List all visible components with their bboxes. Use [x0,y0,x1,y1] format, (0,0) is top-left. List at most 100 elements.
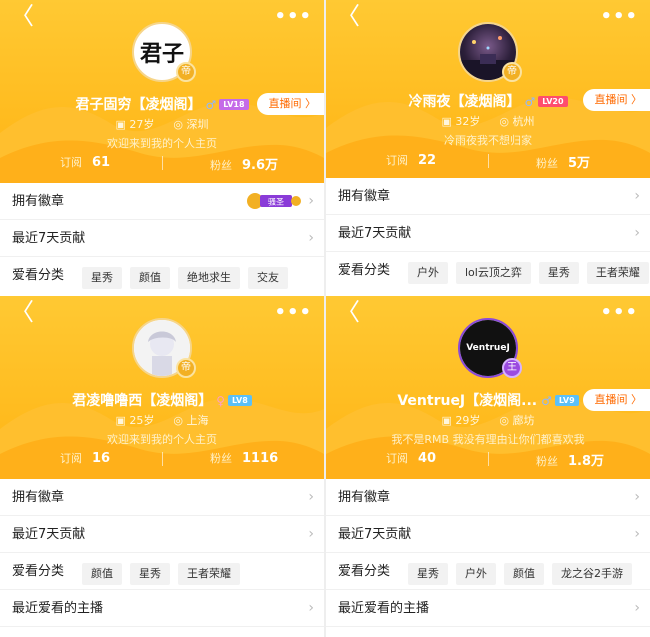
back-button[interactable]: 〈 [10,300,34,324]
subs-stat[interactable]: 订阅 22 [386,152,436,168]
medal-row[interactable]: 拥有徽章 › [326,479,650,516]
age-text: 29岁 [455,414,481,427]
profile-screenshot-grid: 〈 ••• 君子 帝 直播间 〉 君子固穷【凌烟阁】 ♂ LV18 ▣ 27岁 ◎ … [0,0,650,637]
fans-stat[interactable]: 粉丝 1116 [210,450,278,466]
info-rows: 拥有徽章 › 最近7天贡献 › 爱看分类 户外 lol云顶之弈 星秀 王者荣耀 [326,178,650,289]
noble-badge-icon: 帝 [502,62,522,82]
avatar-calligraphy: 君子 [139,41,184,67]
user-name: 君凌噜噜西【凌烟阁】 [72,393,213,409]
subs-stat[interactable]: 订阅 16 [60,450,110,466]
contrib-row[interactable]: 最近7天贡献 › [0,220,324,257]
category-tag[interactable]: 户外 [456,563,496,585]
more-menu-button[interactable]: ••• [274,302,312,323]
meta-row: ▣ 25岁 ◎ 上海 [0,412,324,428]
back-button[interactable]: 〈 [336,300,360,324]
avatar[interactable]: 帝 [458,22,522,82]
name-row: 君凌噜噜西【凌烟阁】 ♀ LV8 [0,390,324,410]
category-row: 爱看分类 颜值 星秀 王者荣耀 [0,553,324,590]
profile-panel-1: 〈 ••• 君子 帝 直播间 〉 君子固穷【凌烟阁】 ♂ LV18 ▣ 27岁 ◎ … [0,0,324,296]
medal-row[interactable]: 拥有徽章 › [326,178,650,215]
category-tags: 户外 lol云顶之弈 星秀 王者荣耀 [408,261,650,284]
avatar[interactable]: 帝 [132,318,196,378]
avatar[interactable]: VentrueJ 王 [458,318,522,378]
recent-anchor-row[interactable]: 最近爱看的主播 › [0,590,324,627]
female-icon: ♀ [216,394,226,408]
category-row: 爱看分类 星秀 户外 颜值 龙之谷2手游 [326,553,650,590]
recent-anchor-row[interactable]: 最近爱看的主播 › [326,590,650,627]
category-tag[interactable]: 星秀 [130,563,170,585]
stats-divider [488,154,489,168]
profile-panel-4: 〈 ••• VentrueJ 王 直播间 〉 VentrueJ【凌烟阁... ♂ L… [326,296,650,637]
category-tag[interactable]: 颜值 [504,563,544,585]
avatar-logo-text: VentrueJ [466,343,510,353]
info-rows: 拥有徽章 › 最近7天贡献 › 爱看分类 星秀 户外 颜值 龙之谷2手游 最近爱看的主… [326,479,650,627]
category-row: 爱看分类 户外 lol云顶之弈 星秀 王者荣耀 [326,252,650,289]
more-menu-button[interactable]: ••• [600,302,638,323]
category-tag[interactable]: 交友 [248,267,288,289]
level-badge: LV20 [538,96,568,107]
profile-header: 〈 ••• 帝 君凌噜噜西【凌烟阁】 ♀ LV8 ▣ 25岁 ◎ 上海 欢迎来到… [0,296,324,479]
city-text: 杭州 [512,115,535,128]
category-tag[interactable]: 王者荣耀 [178,563,240,585]
category-tag[interactable]: 星秀 [82,267,122,289]
id-card-icon: ▣ [441,115,452,128]
info-rows: 拥有徽章 骚圣 › 最近7天贡献 › 爱看分类 星秀 颜值 绝地求生 交友 [0,183,324,294]
chevron-right-icon: › [308,526,314,542]
medal-row[interactable]: 拥有徽章 › [0,479,324,516]
subs-stat[interactable]: 订阅 61 [60,154,110,170]
level-badge: LV18 [219,99,249,110]
location-icon: ◎ [499,414,509,427]
back-button[interactable]: 〈 [10,4,34,28]
fans-stat[interactable]: 粉丝 9.6万 [210,154,278,173]
category-tag[interactable]: 绝地求生 [178,267,240,289]
city-text: 廊坊 [512,414,535,427]
stats-divider [162,156,163,170]
male-icon: ♂ [205,98,217,112]
category-tags: 颜值 星秀 王者荣耀 [82,562,248,585]
fans-stat[interactable]: 粉丝 5万 [536,152,590,171]
profile-header: 〈 ••• 君子 帝 直播间 〉 君子固穷【凌烟阁】 ♂ LV18 ▣ 27岁 ◎ … [0,0,324,183]
chevron-right-icon: › [308,193,314,209]
name-row: VentrueJ【凌烟阁... ♂ LV9 [326,390,650,410]
more-menu-button[interactable]: ••• [600,6,638,27]
subs-stat[interactable]: 订阅 40 [386,450,436,466]
category-tag[interactable]: lol云顶之弈 [456,262,531,284]
contrib-row[interactable]: 最近7天贡献 › [326,215,650,252]
category-tags: 星秀 户外 颜值 龙之谷2手游 [408,562,640,585]
level-badge: LV8 [228,395,252,406]
chevron-right-icon: › [634,489,640,505]
profile-header: 〈 ••• 帝 直播间 〉 冷雨夜【凌烟阁】 ♂ LV20 ▣ 32岁 ◎ 杭州… [326,0,650,178]
user-name: VentrueJ【凌烟阁... [397,393,538,409]
contrib-row[interactable]: 最近7天贡献 › [326,516,650,553]
name-row: 冷雨夜【凌烟阁】 ♂ LV20 [326,91,650,111]
male-icon: ♂ [524,95,536,109]
back-button[interactable]: 〈 [336,4,360,28]
more-menu-button[interactable]: ••• [274,6,312,27]
medal-text: 骚圣 [268,197,284,207]
bio-text: 欢迎来到我的个人主页 [107,137,217,150]
male-icon: ♂ [541,394,552,408]
profile-header: 〈 ••• VentrueJ 王 直播间 〉 VentrueJ【凌烟阁... ♂ L… [326,296,650,479]
avatar[interactable]: 君子 帝 [132,22,196,82]
location-icon: ◎ [499,115,509,128]
contrib-row[interactable]: 最近7天贡献 › [0,516,324,553]
medal-row[interactable]: 拥有徽章 骚圣 › [0,183,324,220]
fans-stat[interactable]: 粉丝 1.8万 [536,450,604,469]
chevron-right-icon: › [634,600,640,616]
category-tag[interactable]: 星秀 [538,262,579,284]
category-tag[interactable]: 王者荣耀 [586,262,649,284]
category-tag[interactable]: 龙之谷2手游 [552,563,632,585]
id-card-icon: ▣ [115,118,126,131]
category-tag[interactable]: 星秀 [408,563,448,585]
category-tag[interactable]: 颜值 [130,267,170,289]
meta-row: ▣ 27岁 ◎ 深圳 [0,116,324,132]
category-tag[interactable]: 户外 [408,262,448,284]
location-icon: ◎ [173,414,183,427]
chevron-right-icon: › [634,188,640,204]
name-row: 君子固穷【凌烟阁】 ♂ LV18 [0,94,324,114]
bio-text: 冷雨夜我不想归家 [444,134,532,147]
category-tag[interactable]: 颜值 [82,563,122,585]
profile-panel-2: 〈 ••• 帝 直播间 〉 冷雨夜【凌烟阁】 ♂ LV20 ▣ 32岁 ◎ 杭州… [326,0,650,296]
category-tags: 星秀 颜值 绝地求生 交友 [82,266,296,289]
stats-divider [488,452,489,466]
